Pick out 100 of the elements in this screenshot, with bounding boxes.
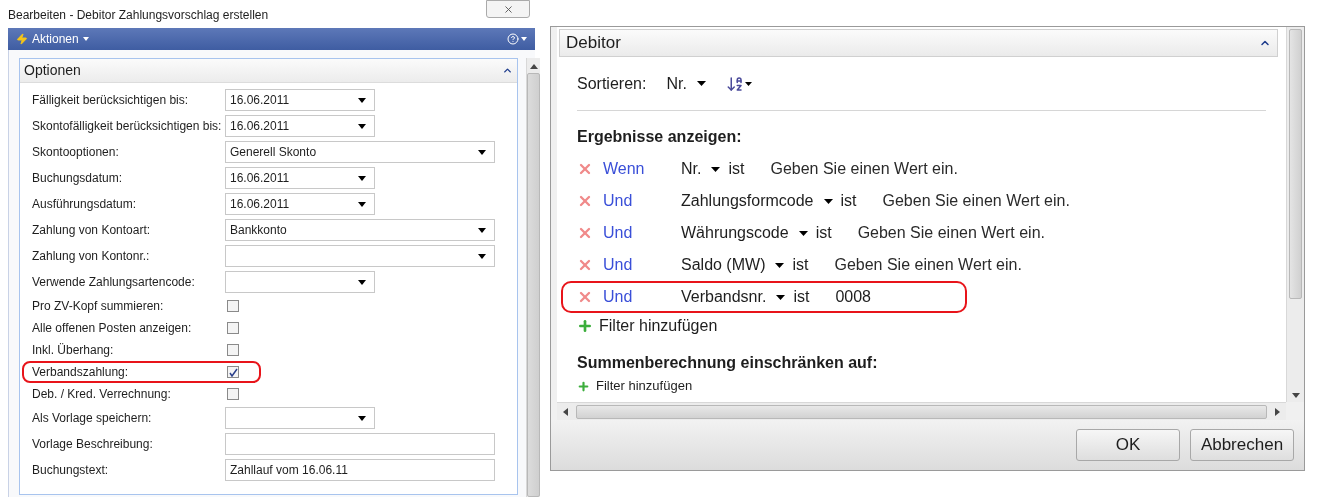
field-label: Zahlung von Kontoart:	[32, 222, 152, 239]
section-title: Debitor	[566, 32, 621, 55]
vertical-scrollbar[interactable]	[1286, 27, 1304, 402]
filter-operator: ist	[792, 255, 809, 275]
checkbox[interactable]	[227, 344, 239, 356]
caret-icon	[798, 230, 808, 236]
field-label: Deb. / Kred. Verrechnung:	[32, 386, 172, 403]
dropdown-field[interactable]	[225, 407, 375, 429]
dropdown-arrow-icon	[358, 201, 366, 207]
filter-field-dropdown[interactable]: Verbandsnr.	[681, 285, 786, 309]
add-filter-link[interactable]: Filter hinzufügen	[577, 375, 693, 397]
dropdown-field[interactable]	[225, 245, 495, 267]
lightning-icon	[16, 33, 28, 45]
filter-value-field[interactable]: Geben Sie einen Wert ein.	[834, 253, 1065, 277]
field-label: Buchungstext:	[32, 462, 110, 479]
filter-value-field[interactable]: Geben Sie einen Wert ein.	[857, 221, 1088, 245]
filter-value-field[interactable]: Geben Sie einen Wert ein.	[770, 157, 1001, 181]
checkbox[interactable]	[227, 322, 239, 334]
filter-field-dropdown[interactable]: Zahlungsformcode	[681, 189, 833, 213]
checkbox[interactable]	[227, 388, 239, 400]
window-title: Bearbeiten - Debitor Zahlungsvorschlag erstellen	[8, 7, 269, 24]
sort-field-dropdown[interactable]: Nr.	[666, 71, 706, 96]
field-label: Als Vorlage speichern:	[32, 410, 153, 427]
close-button[interactable]	[486, 0, 530, 18]
close-icon	[502, 3, 514, 15]
field-label: Skontofälligkeit berücksichtigen bis:	[32, 118, 223, 135]
scroll-up-icon	[529, 64, 538, 69]
plus-icon	[577, 318, 593, 334]
text-field[interactable]	[225, 433, 495, 455]
dropdown-arrow-icon	[478, 149, 486, 155]
field-label: Buchungsdatum:	[32, 170, 124, 187]
sort-label: Sortieren:	[577, 73, 647, 94]
caret-icon	[775, 262, 785, 268]
horizontal-scrollbar[interactable]	[557, 402, 1286, 420]
caret-icon	[82, 37, 89, 41]
caret-icon	[521, 37, 527, 41]
section-heading: Summenberechnung einschränken auf:	[577, 353, 879, 373]
field-label: Inkl. Überhang:	[32, 342, 115, 359]
section-heading: Ergebnisse anzeigen:	[577, 127, 743, 147]
filter-operator: ist	[840, 191, 857, 211]
dropdown-field[interactable]: Generell Skonto	[225, 141, 495, 163]
filter-value-field[interactable]: 0008	[835, 285, 926, 309]
remove-icon[interactable]	[577, 193, 593, 209]
checkbox[interactable]	[227, 300, 239, 312]
add-filter-link[interactable]: Filter hinzufügen	[577, 313, 718, 339]
field-label: Skontooptionen:	[32, 144, 120, 161]
caret-icon	[744, 81, 752, 86]
remove-icon[interactable]	[577, 161, 593, 177]
sort-icon	[725, 74, 744, 93]
scroll-left-icon	[563, 407, 568, 416]
field-label: Zahlung von Kontonr.:	[32, 248, 151, 265]
help-icon	[507, 33, 519, 45]
field-label: Vorlage Beschreibung:	[32, 436, 154, 453]
sort-direction-button[interactable]	[725, 74, 752, 93]
dropdown-arrow-icon	[358, 279, 366, 285]
checkbox[interactable]	[227, 366, 239, 378]
filter-connector-link[interactable]: Und	[603, 221, 681, 245]
actions-menu[interactable]: Aktionen	[16, 30, 89, 48]
dropdown-arrow-icon	[358, 415, 366, 421]
dropdown-arrow-icon	[478, 227, 486, 233]
filter-field-dropdown[interactable]: Währungscode	[681, 221, 808, 245]
filter-connector-link[interactable]: Und	[603, 189, 681, 213]
filter-connector-link[interactable]: Wenn	[603, 157, 681, 181]
field-label: Verwende Zahlungsartencode:	[32, 274, 196, 291]
filter-connector-link[interactable]: Und	[603, 285, 681, 309]
filter-value-field[interactable]: Geben Sie einen Wert ein.	[882, 189, 1113, 213]
scroll-down-icon	[1291, 393, 1300, 398]
dropdown-arrow-icon	[358, 123, 366, 129]
dropdown-field[interactable]: 16.06.2011	[225, 193, 375, 215]
plus-icon	[577, 379, 590, 393]
dropdown-field[interactable]: Bankkonto	[225, 219, 495, 241]
caret-icon	[696, 81, 706, 86]
dropdown-arrow-icon	[358, 97, 366, 103]
dialog-button[interactable]: Abbrechen	[1190, 429, 1294, 461]
filter-operator: ist	[793, 287, 810, 307]
dropdown-arrow-icon	[358, 175, 366, 181]
field-label: Fälligkeit berücksichtigen bis:	[32, 92, 190, 109]
remove-icon[interactable]	[577, 225, 593, 241]
filter-operator: ist	[728, 159, 745, 179]
dropdown-field[interactable]: 16.06.2011	[225, 89, 375, 111]
text-field[interactable]: Zahllauf vom 16.06.11	[225, 459, 495, 481]
filter-operator: ist	[815, 223, 832, 243]
field-label: Ausführungsdatum:	[32, 196, 138, 213]
section-title: Optionen	[24, 61, 81, 80]
field-label: Alle offenen Posten anzeigen:	[32, 320, 193, 337]
dropdown-field[interactable]: 16.06.2011	[225, 115, 375, 137]
dropdown-field[interactable]	[225, 271, 375, 293]
field-label: Pro ZV-Kopf summieren:	[32, 298, 165, 315]
collapse-icon[interactable]	[502, 65, 513, 76]
remove-icon[interactable]	[577, 289, 593, 305]
filter-field-dropdown[interactable]: Saldo (MW)	[681, 253, 785, 277]
dialog-button[interactable]: OK	[1076, 429, 1180, 461]
dropdown-field[interactable]: 16.06.2011	[225, 167, 375, 189]
caret-icon	[823, 198, 833, 204]
remove-icon[interactable]	[577, 257, 593, 273]
filter-connector-link[interactable]: Und	[603, 253, 681, 277]
caret-icon	[776, 294, 786, 300]
filter-field-dropdown[interactable]: Nr.	[681, 157, 721, 181]
scroll-right-icon	[1275, 407, 1280, 416]
dropdown-arrow-icon	[478, 253, 486, 259]
